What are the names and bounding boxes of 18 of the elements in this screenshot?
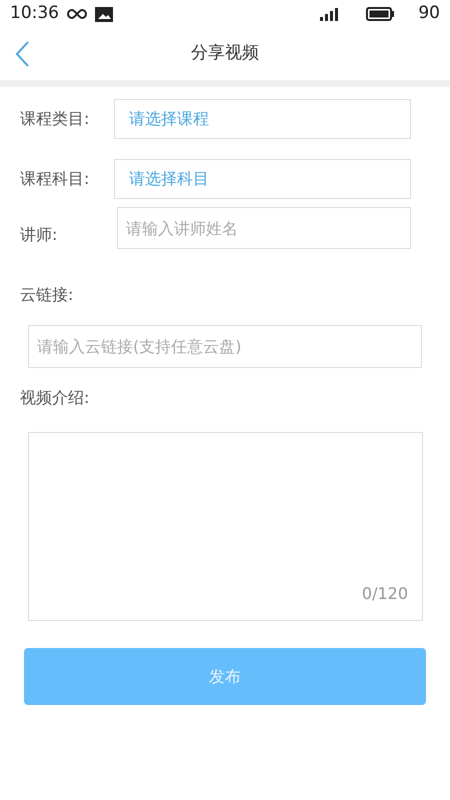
page-title: 分享视频 <box>191 42 259 66</box>
clock-time: 10:36 <box>10 2 59 26</box>
input-field[interactable]: 请输入讲师姓名 <box>117 207 411 249</box>
battery-level: 90 <box>418 2 440 26</box>
textarea-field[interactable]: 0/120 <box>28 432 423 621</box>
select-field[interactable]: 请选择科目 <box>114 159 411 199</box>
field-label: 云链接: <box>20 284 74 306</box>
select-field[interactable]: 请选择课程 <box>114 99 411 139</box>
field-label: 讲师: <box>20 224 58 246</box>
character-counter: 0/120 <box>362 583 408 605</box>
infinity-icon <box>67 9 87 19</box>
field-label: 课程科目: <box>20 168 90 190</box>
field-label: 课程类目: <box>20 108 90 130</box>
back-button[interactable] <box>14 40 30 68</box>
input-field[interactable]: 请输入云链接(支持任意云盘) <box>28 325 422 368</box>
image-icon <box>95 6 113 22</box>
battery-icon <box>366 7 394 21</box>
field-label: 视频介绍: <box>20 387 90 409</box>
